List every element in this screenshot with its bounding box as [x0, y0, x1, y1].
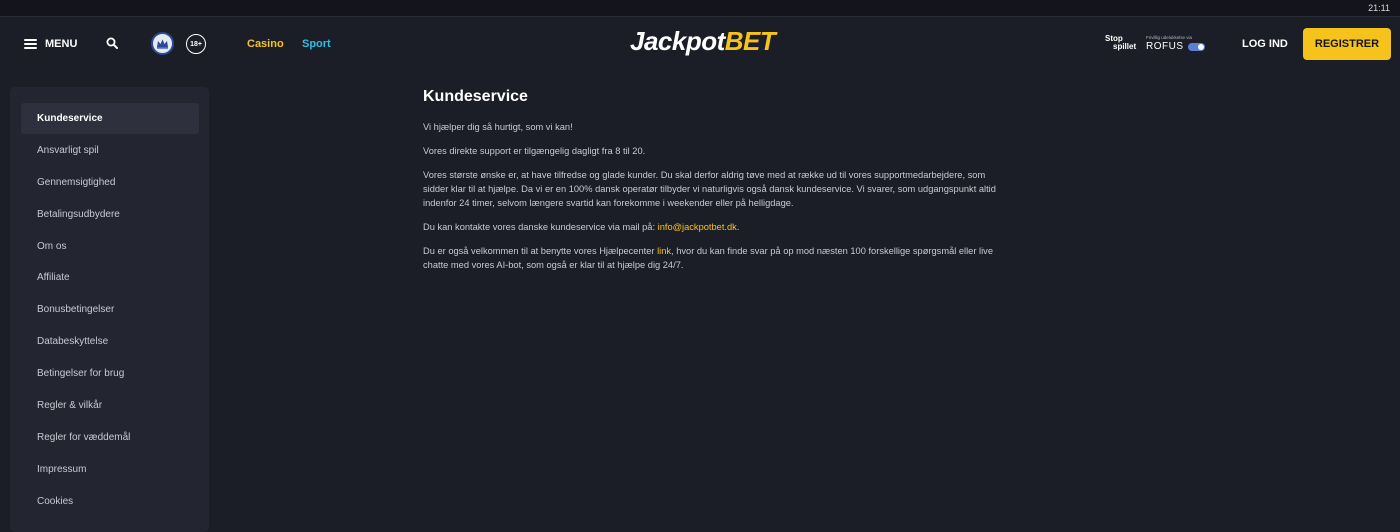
sidebar-item-regler-og-vilkaar[interactable]: Regler & vilkår	[21, 390, 199, 421]
intro-paragraph: Vi hjælper dig så hurtigt, som vi kan!	[423, 122, 573, 132]
site-header: MENU 18+ Casino Sport JackpotBET Stop sp…	[0, 18, 1400, 70]
age-18-icon[interactable]: 18+	[186, 34, 206, 54]
menu-button[interactable]: MENU	[24, 38, 77, 50]
sidebar-item-gennemsigtighed[interactable]: Gennemsigtighed	[21, 167, 199, 198]
sidebar-item-kundeservice[interactable]: Kundeservice	[21, 103, 199, 134]
main-content: Kundeservice Vi hjælper dig så hurtigt, …	[423, 88, 1003, 282]
toggle-icon	[1187, 42, 1205, 51]
helpcenter-link[interactable]: link	[657, 246, 671, 256]
sidebar-item-regler-for-vaeddemaal[interactable]: Regler for væddemål	[21, 422, 199, 453]
stopspillet-logo[interactable]: Stop spillet	[1105, 35, 1139, 51]
sidebar-item-ansvarligt-spil[interactable]: Ansvarligt spil	[21, 135, 199, 166]
sidebar-item-databeskyttelse[interactable]: Databeskyttelse	[21, 326, 199, 357]
search-icon[interactable]	[106, 37, 118, 49]
contact-text: Du kan kontakte vores danske kundeservic…	[423, 222, 658, 232]
login-button[interactable]: LOG IND	[1242, 38, 1288, 50]
page-title: Kundeservice	[423, 88, 528, 105]
sidebar-item-bonusbetingelser[interactable]: Bonusbetingelser	[21, 294, 199, 325]
top-status-strip: 21:11	[0, 0, 1400, 17]
menu-label: MENU	[45, 38, 78, 50]
sidebar-item-betalingsudbydere[interactable]: Betalingsudbydere	[21, 199, 199, 230]
hamburger-icon	[24, 39, 37, 49]
crown-crest-icon[interactable]	[151, 32, 174, 55]
stopspillet-line-2: spillet	[1113, 42, 1137, 51]
rofus-label: ROFUS	[1146, 41, 1184, 52]
sidebar-item-impressum[interactable]: Impressum	[21, 454, 199, 485]
sidebar-item-om-os[interactable]: Om os	[21, 231, 199, 262]
logo-part-1: Jackpot	[630, 26, 725, 56]
hours-paragraph: Vores direkte support er tilgængelig dag…	[423, 146, 646, 156]
sidebar-nav: Kundeservice Ansvarligt spil Gennemsigti…	[10, 87, 209, 532]
rofus-caption: Frivillig udelukkelse via	[1146, 35, 1193, 40]
contact-text-end: .	[736, 222, 740, 232]
jackpotbet-logo[interactable]: JackpotBET	[630, 26, 776, 57]
clock: 21:11	[1368, 3, 1390, 13]
sidebar-item-affiliate[interactable]: Affiliate	[21, 262, 199, 293]
wishes-paragraph: Vores største ønske er, at have tilfreds…	[423, 170, 996, 208]
nav-casino[interactable]: Casino	[247, 38, 284, 50]
helpcenter-paragraph: Du er også velkommen til at benytte vore…	[423, 244, 1003, 272]
contact-paragraph: Du kan kontakte vores danske kundeservic…	[423, 220, 1003, 234]
rofus-widget[interactable]: Frivillig udelukkelse via ROFUS	[1146, 35, 1205, 52]
sidebar-item-cookies[interactable]: Cookies	[21, 486, 199, 517]
logo-part-2: BET	[724, 26, 776, 56]
sidebar-item-betingelser-for-brug[interactable]: Betingelser for brug	[21, 358, 199, 389]
register-button[interactable]: REGISTRER	[1303, 28, 1391, 60]
nav-sport[interactable]: Sport	[302, 38, 331, 50]
email-link[interactable]: info@jackpotbet.dk	[658, 222, 737, 232]
helpcenter-text: Du er også velkommen til at benytte vore…	[423, 246, 658, 256]
